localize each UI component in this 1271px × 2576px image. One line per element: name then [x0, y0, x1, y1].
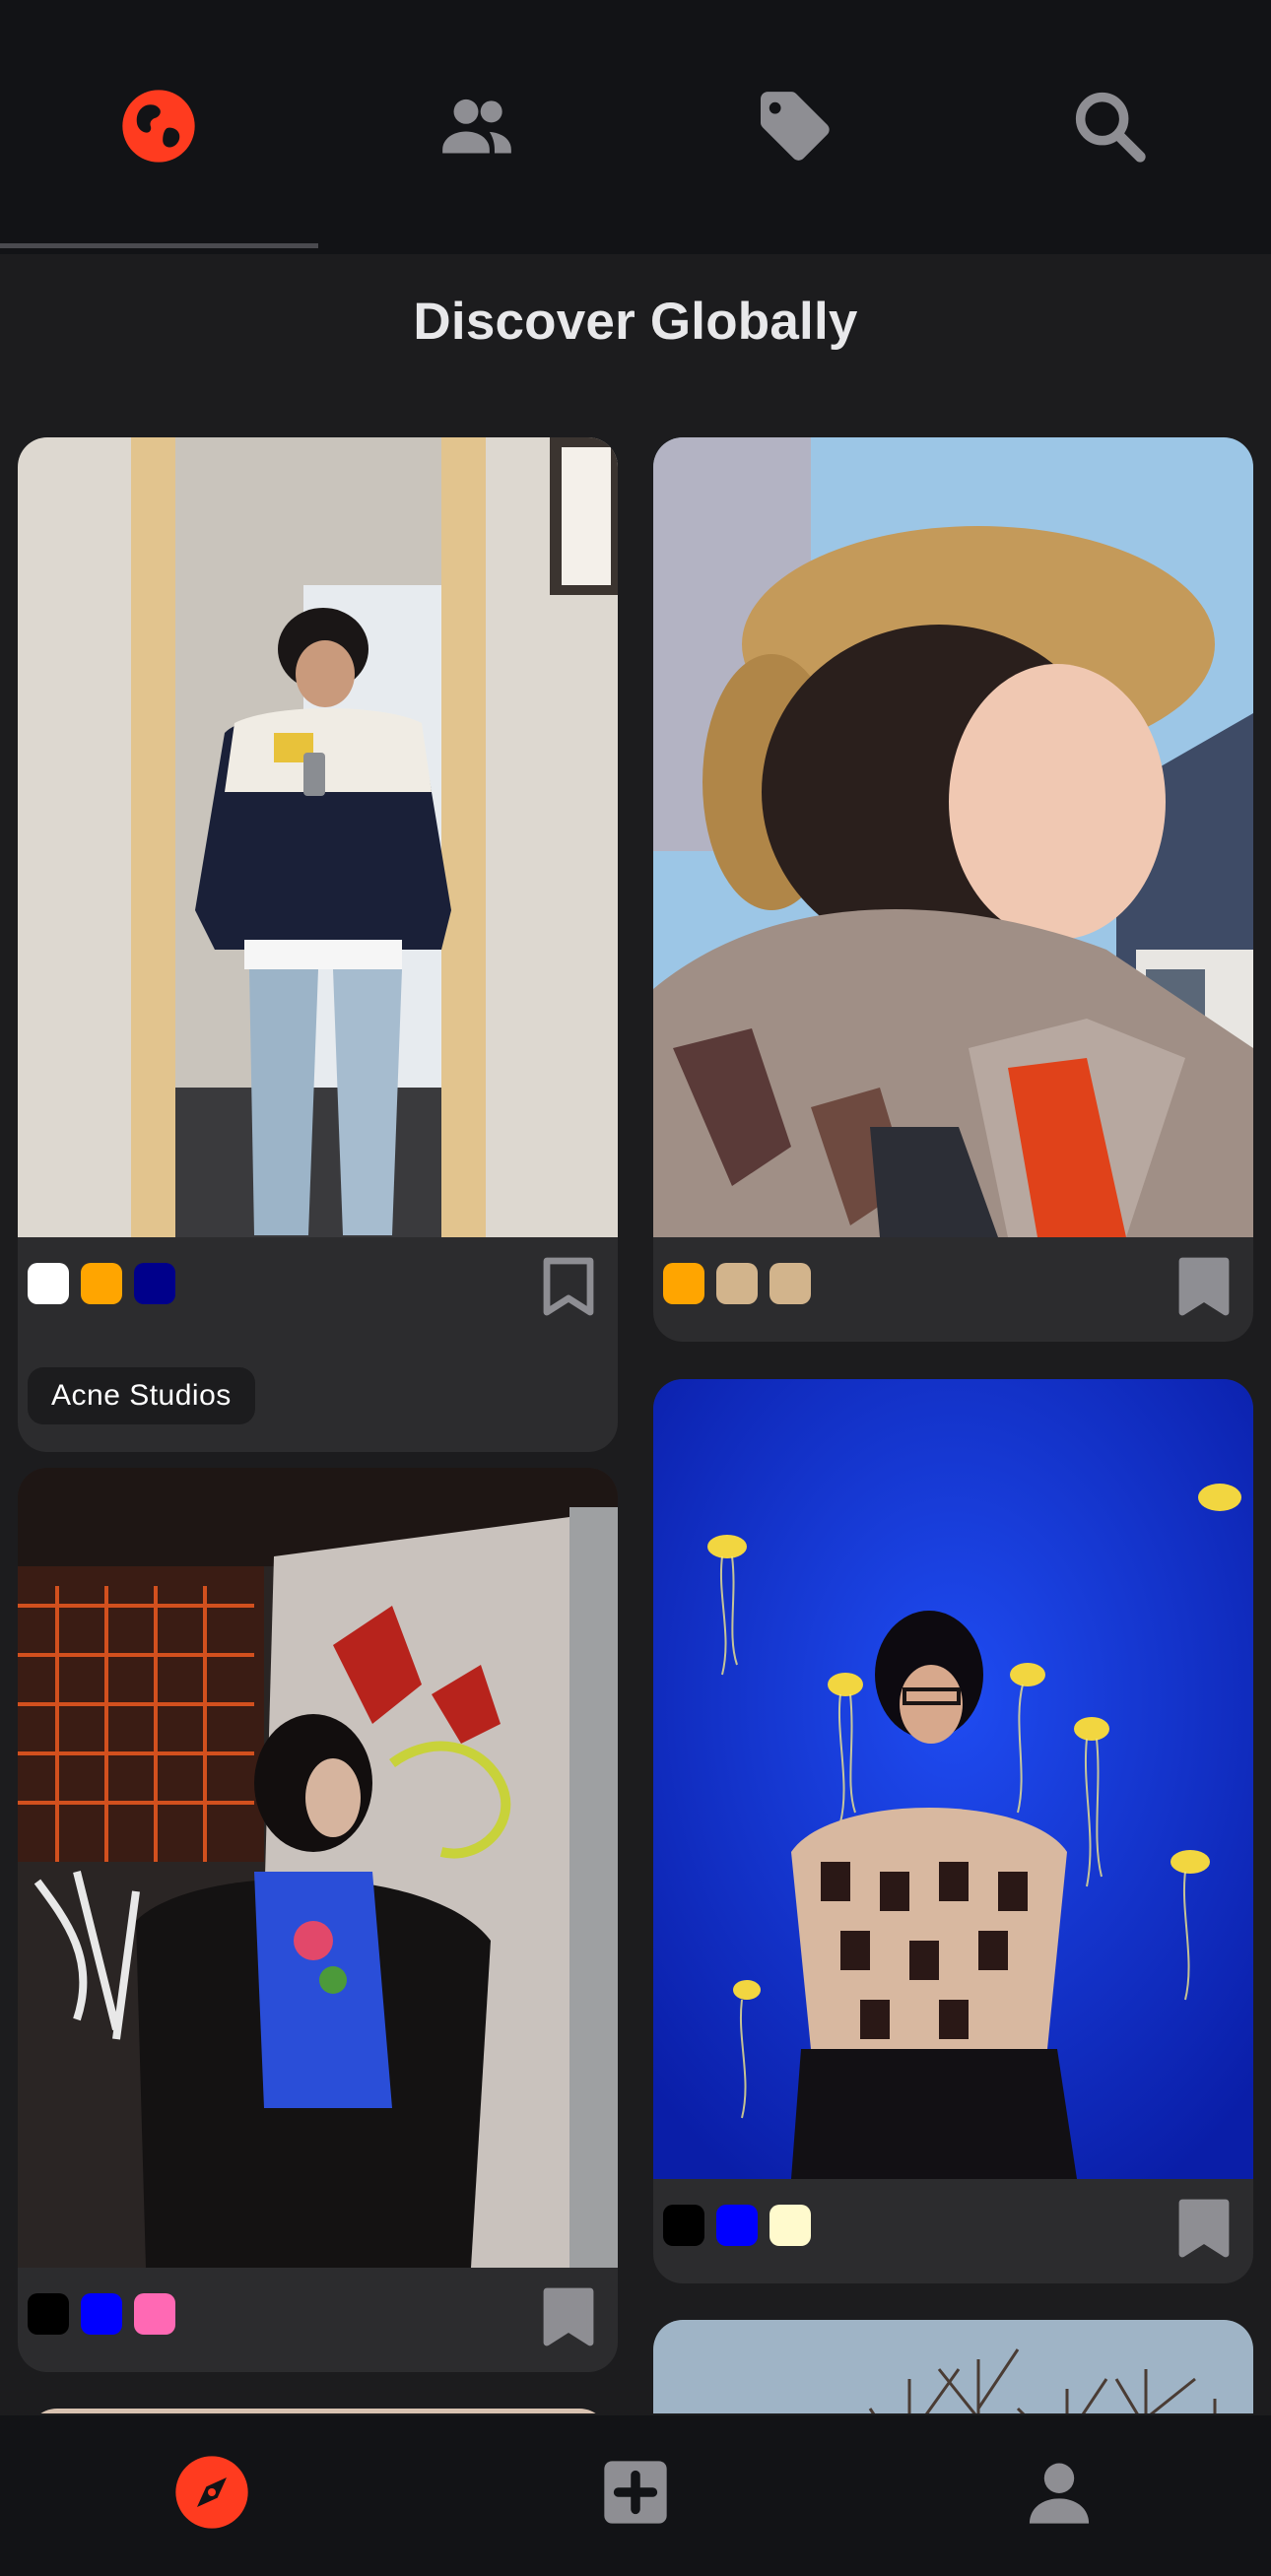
post-card[interactable] [18, 1468, 618, 2372]
top-tab-bar [0, 0, 1271, 254]
photo-trapper-hat-portrait [653, 437, 1253, 1237]
post-photo[interactable] [653, 2320, 1253, 2413]
plus-square-icon [604, 2461, 667, 2524]
post-photo[interactable] [653, 437, 1253, 1237]
color-swatch [81, 1263, 122, 1304]
post-photo[interactable] [18, 1468, 618, 2268]
color-swatches [28, 1263, 175, 1304]
color-swatch [28, 2293, 69, 2335]
brand-tag[interactable]: Acne Studios [28, 1367, 255, 1424]
search-icon [1075, 92, 1146, 163]
photo-jellyfish-aquarium [653, 1379, 1253, 2179]
photo-graffiti-wall [18, 1468, 618, 2268]
color-swatch [663, 1263, 704, 1304]
post-card[interactable] [653, 437, 1253, 1342]
bookmark-icon[interactable] [543, 2287, 594, 2346]
post-card[interactable] [28, 2409, 609, 2413]
tag-icon [761, 92, 830, 161]
bookmark-icon[interactable] [1178, 2199, 1230, 2258]
color-swatch [716, 2205, 758, 2246]
color-swatch [134, 2293, 175, 2335]
bottom-nav-bar [0, 2415, 1271, 2576]
color-swatches [28, 2293, 175, 2335]
bookmark-icon[interactable] [543, 1257, 594, 1316]
post-card[interactable] [653, 1379, 1253, 2283]
color-swatch [28, 1263, 69, 1304]
color-swatch [134, 1263, 175, 1304]
color-swatches [663, 2205, 811, 2246]
nav-explore[interactable] [163, 2443, 261, 2542]
post-card[interactable] [653, 2320, 1253, 2413]
page-title: Discover Globally [413, 293, 858, 351]
photo-feed[interactable]: Acne Studios [0, 414, 1271, 2413]
photo-winter-trees [653, 2320, 1253, 2413]
post-card[interactable]: Acne Studios [18, 437, 618, 1452]
color-swatch [663, 2205, 704, 2246]
bookmark-icon[interactable] [1178, 1257, 1230, 1316]
color-swatch [769, 2205, 811, 2246]
active-tab-indicator [0, 243, 318, 248]
color-swatch [81, 2293, 122, 2335]
color-swatches [663, 1263, 811, 1304]
globe-icon [122, 90, 195, 163]
post-photo[interactable] [18, 437, 618, 1237]
person-icon [1029, 2463, 1090, 2524]
nav-create[interactable] [586, 2443, 685, 2542]
color-swatch [769, 1263, 811, 1304]
tab-tags[interactable] [734, 67, 852, 185]
color-swatch [716, 1263, 758, 1304]
compass-icon [175, 2456, 248, 2529]
people-icon [442, 99, 511, 154]
nav-profile[interactable] [1010, 2443, 1108, 2542]
tab-search[interactable] [1050, 67, 1169, 185]
tab-discover[interactable] [100, 67, 218, 185]
post-photo[interactable] [653, 1379, 1253, 2179]
photo-mirror-selfie [18, 437, 618, 1237]
tab-following[interactable] [418, 67, 536, 185]
